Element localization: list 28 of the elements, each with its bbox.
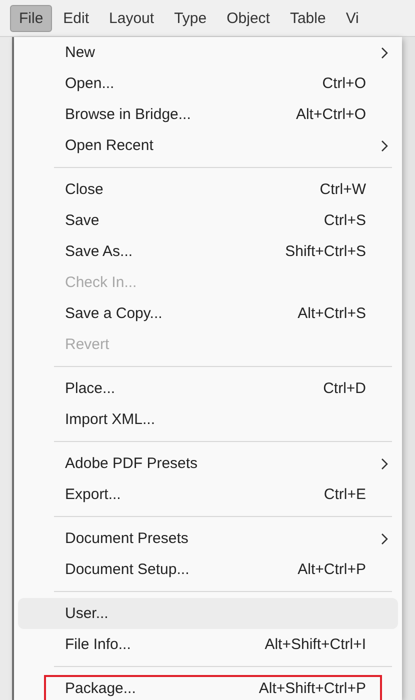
menu-item[interactable]: User... (18, 598, 398, 629)
menu-item[interactable]: New (18, 37, 398, 68)
menu-item[interactable]: Save As... Shift+Ctrl+S (18, 236, 398, 267)
menu-item[interactable]: Document Setup... Alt+Ctrl+P (18, 554, 398, 585)
menu-item[interactable]: Export... Ctrl+E (18, 479, 398, 510)
chevron-right-icon (381, 532, 388, 544)
menu-item[interactable]: Place... Ctrl+D (18, 373, 398, 404)
menu-bar-item[interactable]: Edit (54, 4, 98, 32)
menu-item[interactable]: Close Ctrl+W (18, 174, 398, 205)
menu-item[interactable]: Document Presets (18, 523, 398, 554)
menu-item[interactable]: Save a Copy... Alt+Ctrl+S (18, 298, 398, 329)
menu-bar-item[interactable]: File (10, 4, 52, 32)
menu-item[interactable]: Import XML... (18, 404, 398, 435)
chevron-right-icon (381, 46, 388, 58)
menu-item[interactable]: Adobe PDF Presets (18, 448, 398, 479)
chevron-right-icon (381, 458, 388, 470)
chevron-right-icon (381, 140, 388, 152)
menu-bar-item[interactable]: Type (165, 4, 216, 32)
menu-item[interactable]: File Info... Alt+Shift+Ctrl+I (18, 629, 398, 660)
menu-item[interactable]: Save Ctrl+S (18, 205, 398, 236)
menu-item[interactable]: Open Recent (18, 130, 398, 161)
menu-bar-item[interactable]: Layout (100, 4, 164, 32)
menu-item[interactable]: Browse in Bridge... Alt+Ctrl+O (18, 99, 398, 130)
menu-bar-item[interactable]: Object (218, 4, 279, 32)
menu-bar-item[interactable]: Vi (336, 4, 368, 32)
menu-bar-item[interactable]: Table (280, 4, 335, 32)
menu-item[interactable]: Package... Alt+Shift+Ctrl+P (18, 673, 398, 700)
menu-item[interactable]: Open... Ctrl+O (18, 68, 398, 99)
